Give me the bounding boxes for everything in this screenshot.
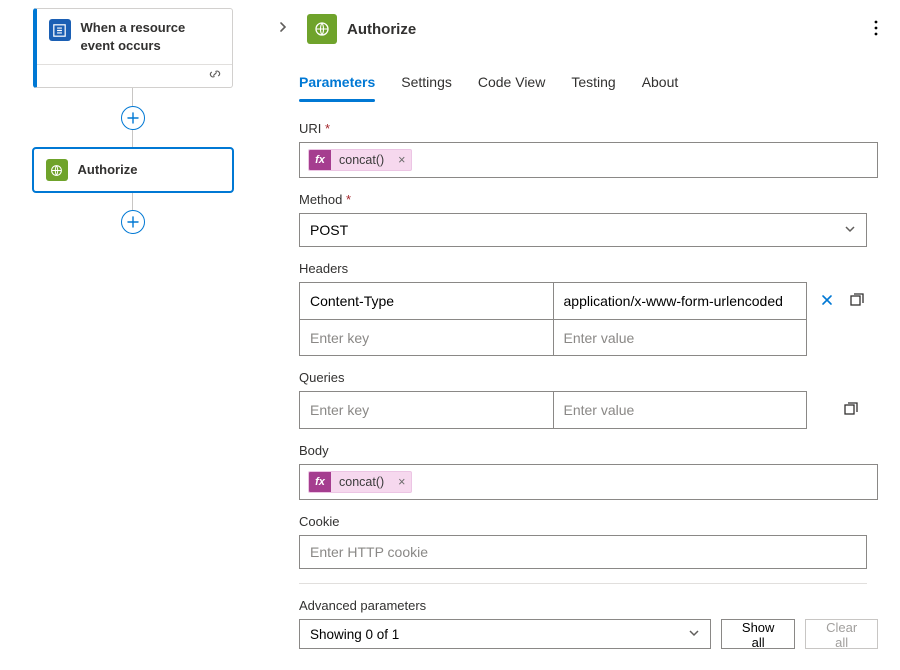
headers-new-row: Enter key Enter value xyxy=(300,319,806,355)
query-value-input[interactable]: Enter value xyxy=(553,392,807,428)
trigger-node-title: When a resource event occurs xyxy=(81,19,220,54)
show-all-button[interactable]: Show all xyxy=(721,619,795,649)
http-icon xyxy=(307,14,337,44)
fx-icon: fx xyxy=(309,471,331,493)
action-node-authorize[interactable]: Authorize xyxy=(33,148,233,192)
advanced-params-label: Advanced parameters xyxy=(299,598,878,613)
tab-settings[interactable]: Settings xyxy=(401,68,452,102)
queries-table: Enter key Enter value xyxy=(299,391,807,429)
connector-end xyxy=(121,192,145,234)
body-label: Body xyxy=(299,443,878,458)
add-action-button-bottom[interactable] xyxy=(121,210,145,234)
config-panel: Authorize Parameters Settings Code View … xyxy=(265,0,900,670)
tab-bar: Parameters Settings Code View Testing Ab… xyxy=(269,54,878,103)
tab-parameters[interactable]: Parameters xyxy=(299,68,375,102)
remove-header-icon[interactable] xyxy=(817,290,837,310)
toggle-bulk-edit-icon[interactable] xyxy=(841,399,861,419)
connector xyxy=(121,88,145,148)
trigger-node[interactable]: When a resource event occurs xyxy=(33,8,233,88)
header-value-input[interactable]: application/x-www-form-urlencoded xyxy=(553,283,807,319)
uri-input[interactable]: fx concat() × xyxy=(299,142,878,178)
body-input[interactable]: fx concat() × xyxy=(299,464,878,500)
cookie-input[interactable]: Enter HTTP cookie xyxy=(299,535,867,569)
chevron-down-icon xyxy=(688,627,700,642)
collapse-chevron-icon[interactable] xyxy=(269,14,297,44)
action-node-title: Authorize xyxy=(78,161,138,179)
add-action-button-top[interactable] xyxy=(121,106,145,130)
more-menu-icon[interactable] xyxy=(870,16,882,45)
toggle-bulk-edit-icon[interactable] xyxy=(847,290,867,310)
header-key-input[interactable]: Content-Type xyxy=(300,283,553,319)
fx-token-body[interactable]: fx concat() × xyxy=(308,471,412,493)
http-icon xyxy=(46,159,68,181)
header-key-input[interactable]: Enter key xyxy=(300,320,553,355)
tab-about[interactable]: About xyxy=(642,68,679,102)
header-value-input[interactable]: Enter value xyxy=(553,320,807,355)
event-grid-icon xyxy=(49,19,71,41)
flow-canvas: When a resource event occurs Authorize xyxy=(0,0,265,670)
tab-code-view[interactable]: Code View xyxy=(478,68,545,102)
method-select[interactable]: POST xyxy=(299,213,867,247)
query-key-input[interactable]: Enter key xyxy=(300,392,553,428)
uri-label: URI xyxy=(299,121,878,136)
remove-token-icon[interactable]: × xyxy=(392,475,411,489)
cookie-label: Cookie xyxy=(299,514,878,529)
fx-token-uri[interactable]: fx concat() × xyxy=(308,149,412,171)
headers-row: Content-Type application/x-www-form-urle… xyxy=(300,283,806,319)
divider xyxy=(299,583,867,584)
link-icon xyxy=(208,67,222,86)
advanced-params-select[interactable]: Showing 0 of 1 xyxy=(299,619,711,649)
fx-icon: fx xyxy=(309,149,331,171)
headers-table: Content-Type application/x-www-form-urle… xyxy=(299,282,807,356)
queries-label: Queries xyxy=(299,370,878,385)
queries-new-row: Enter key Enter value xyxy=(300,392,806,428)
chevron-down-icon xyxy=(844,222,856,238)
headers-label: Headers xyxy=(299,261,878,276)
clear-all-button: Clear all xyxy=(805,619,878,649)
panel-title: Authorize xyxy=(347,21,416,38)
method-label: Method xyxy=(299,192,878,207)
tab-testing[interactable]: Testing xyxy=(571,68,615,102)
remove-token-icon[interactable]: × xyxy=(392,153,411,167)
